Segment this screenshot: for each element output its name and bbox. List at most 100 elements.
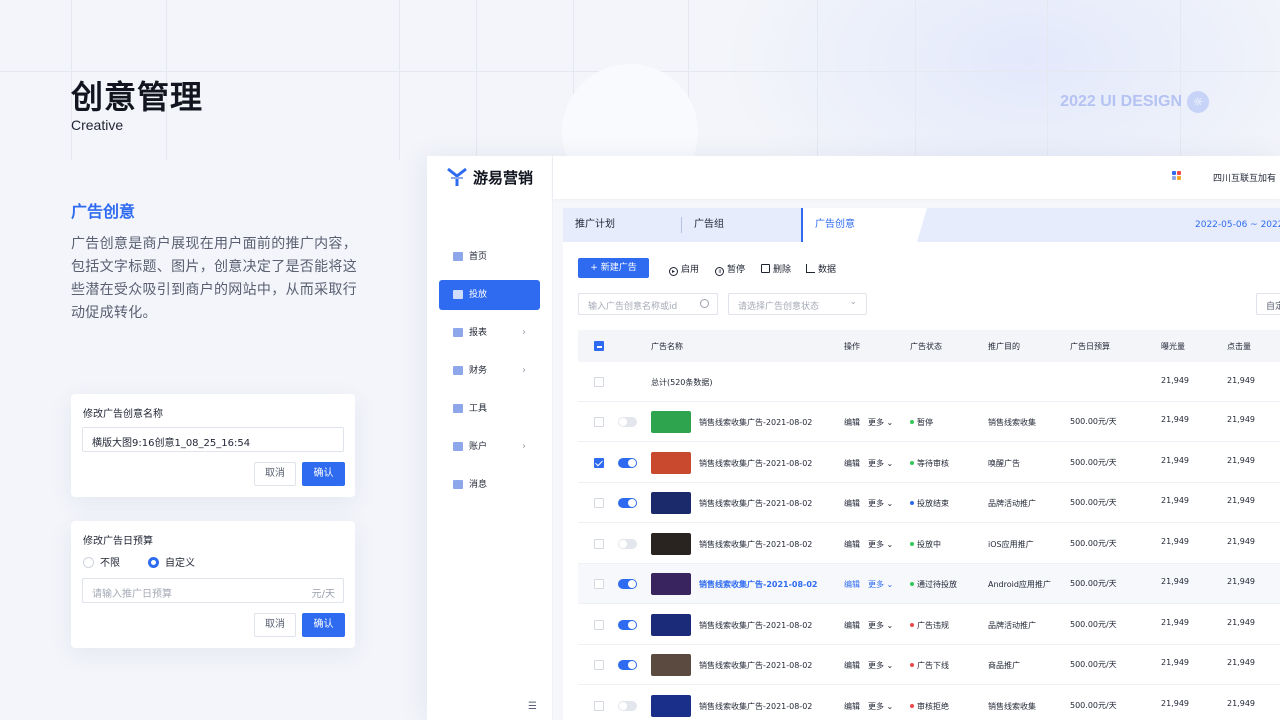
table-row[interactable]: 销售线索收集广告-2021-08-02 编辑 更多 ⌄ 广告下线 商品推广 500.00元…: [578, 645, 1280, 685]
select-all-checkbox[interactable]: [594, 341, 604, 351]
ad-name[interactable]: 销售线索收集广告-2021-08-02: [699, 660, 812, 671]
column-header: 广告名称: [651, 342, 683, 351]
tab-creative[interactable]: 广告创意: [801, 208, 927, 242]
edit-link[interactable]: 编辑: [844, 539, 860, 550]
row-checkbox[interactable]: [594, 377, 604, 387]
chevron-down-icon: ⌄: [884, 701, 894, 711]
menu-collapse-icon[interactable]: ☰: [528, 701, 537, 712]
ad-impressions: 21,949: [1161, 617, 1189, 627]
table-row[interactable]: 销售线索收集广告-2021-08-02 编辑 更多 ⌄ 审核拒绝 销售线索收集 500.0…: [578, 686, 1280, 720]
row-checkbox[interactable]: [594, 619, 604, 630]
pause-button[interactable]: ॥ 暂停: [715, 262, 745, 276]
nav-icon: [453, 442, 463, 451]
app-logo[interactable]: 游易营销: [446, 166, 533, 188]
more-dropdown[interactable]: 更多 ⌄: [868, 701, 893, 712]
cancel-button[interactable]: 取消: [254, 462, 296, 486]
more-dropdown[interactable]: 更多 ⌄: [868, 579, 893, 590]
edit-link[interactable]: 编辑: [844, 660, 860, 671]
ad-name[interactable]: 销售线索收集广告-2021-08-02: [699, 498, 812, 509]
cancel-button[interactable]: 取消: [254, 613, 296, 637]
more-dropdown[interactable]: 更多 ⌄: [868, 660, 893, 671]
ad-name[interactable]: 销售线索收集广告-2021-08-02: [699, 620, 812, 631]
ad-name[interactable]: 销售线索收集广告-2021-08-02: [699, 701, 812, 712]
row-checkbox[interactable]: [594, 660, 604, 670]
status-label: 通过待投放: [917, 580, 957, 589]
edit-link[interactable]: 编辑: [844, 458, 860, 469]
edit-link[interactable]: 编辑: [844, 498, 860, 509]
ad-impressions: 21,949: [1161, 658, 1189, 667]
more-label: 更多: [868, 458, 884, 468]
new-ad-button[interactable]: + 新建广告: [578, 258, 649, 278]
status-toggle[interactable]: [618, 417, 637, 427]
edit-link[interactable]: 编辑: [844, 579, 860, 590]
tab-ad-group[interactable]: 广告组: [681, 217, 801, 233]
status-badge: 审核拒绝: [910, 701, 949, 712]
sidebar-item[interactable]: 消息: [439, 470, 540, 500]
ad-thumbnail: [651, 532, 691, 555]
data-button[interactable]: 数据: [806, 262, 836, 275]
edit-link[interactable]: 编辑: [844, 620, 860, 631]
custom-columns-button[interactable]: 自定: [1256, 293, 1280, 315]
sidebar-item[interactable]: 报表 ›: [439, 318, 540, 348]
radio-custom[interactable]: 自定义: [148, 554, 195, 569]
delete-button[interactable]: 删除: [761, 262, 791, 275]
ad-name[interactable]: 销售线索收集广告-2021-08-02: [699, 458, 812, 469]
row-checkbox[interactable]: [594, 579, 604, 589]
tab-campaign[interactable]: 推广计划: [563, 208, 681, 242]
org-name[interactable]: 四川互联互加有: [1213, 171, 1276, 184]
status-toggle[interactable]: [618, 619, 637, 630]
summary-impressions: 21,949: [1161, 376, 1189, 385]
table-row[interactable]: 销售线索收集广告-2021-08-02 编辑 更多 ⌄ 通过待投放 Android应用推…: [578, 564, 1280, 604]
sidebar: 游易营销 首页投放报表 › 财务 › 工具账户 › 消息 ☰: [427, 156, 553, 720]
table-row[interactable]: 销售线索收集广告-2021-08-02 编辑 更多 ⌄ 暂停 销售线索收集 500.00元…: [578, 402, 1280, 442]
more-dropdown[interactable]: 更多 ⌄: [868, 417, 893, 428]
search-input[interactable]: 输入广告创意名称或id: [578, 293, 718, 315]
date-range[interactable]: 2022-05-06 ~ 2022-0: [1195, 220, 1280, 230]
row-checkbox[interactable]: [594, 538, 604, 549]
ad-clicks: 21,949: [1227, 698, 1255, 708]
row-checkbox[interactable]: [594, 498, 604, 508]
sidebar-item[interactable]: 首页: [439, 242, 540, 272]
table-row[interactable]: 销售线索收集广告-2021-08-02 编辑 更多 ⌄ 投放中 iOS应用推广 500.0…: [578, 524, 1280, 564]
table-row[interactable]: 销售线索收集广告-2021-08-02 编辑 更多 ⌄ 投放结束 品牌活动推广 500.0…: [578, 483, 1280, 523]
ad-name[interactable]: 销售线索收集广告-2021-08-02: [699, 417, 812, 428]
row-checkbox[interactable]: [594, 700, 604, 711]
table-row[interactable]: 销售线索收集广告-2021-08-02 编辑 更多 ⌄ 广告违规 品牌活动推广 500.0…: [578, 605, 1280, 645]
confirm-button[interactable]: 确认: [302, 613, 345, 637]
more-dropdown[interactable]: 更多 ⌄: [868, 539, 893, 550]
status-toggle[interactable]: [618, 579, 637, 589]
status-toggle[interactable]: [618, 700, 637, 711]
ad-thumbnail: [651, 694, 691, 717]
edit-link[interactable]: 编辑: [844, 417, 860, 428]
more-dropdown[interactable]: 更多 ⌄: [868, 498, 893, 509]
status-toggle[interactable]: [618, 498, 637, 508]
status-select[interactable]: 请选择广告创意状态 ⌄: [728, 293, 867, 315]
more-dropdown[interactable]: 更多 ⌄: [868, 458, 893, 469]
budget-input[interactable]: 请输入推广日预算 元/天: [82, 578, 344, 603]
sidebar-item[interactable]: 工具: [439, 394, 540, 424]
ad-name[interactable]: 销售线索收集广告-2021-08-02: [699, 539, 812, 550]
status-dot-icon: [910, 622, 914, 627]
row-checkbox[interactable]: [594, 417, 604, 427]
enable-button[interactable]: ▸ 启用: [669, 262, 699, 276]
ad-clicks: 21,949: [1227, 617, 1255, 627]
creative-name-input[interactable]: 横版大图9:16创意1_08_25_16:54: [82, 427, 344, 452]
status-toggle[interactable]: [618, 538, 637, 549]
ad-name[interactable]: 销售线索收集广告-2021-08-02: [699, 579, 818, 590]
table-row[interactable]: 销售线索收集广告-2021-08-02 编辑 更多 ⌄ 等待审核 唤醒广告 500.00元…: [578, 443, 1280, 483]
section-description: 广告创意是商户展现在用户面前的推广内容，包括文字标题、图片，创意决定了是否能将这…: [71, 236, 357, 321]
more-dropdown[interactable]: 更多 ⌄: [868, 620, 893, 631]
radio-unlimited[interactable]: 不限: [83, 554, 120, 569]
sidebar-item[interactable]: 财务 ›: [439, 356, 540, 386]
chevron-down-icon: ⌄: [884, 539, 894, 549]
sidebar-item[interactable]: 投放: [439, 280, 540, 310]
status-toggle[interactable]: [618, 660, 637, 670]
status-toggle[interactable]: [618, 457, 637, 468]
ad-thumbnail: [651, 654, 691, 676]
edit-link[interactable]: 编辑: [844, 701, 860, 712]
chevron-down-icon: ⌄: [884, 661, 894, 670]
status-badge: 广告违规: [910, 620, 949, 631]
row-checkbox[interactable]: [594, 457, 604, 468]
confirm-button[interactable]: 确认: [302, 462, 345, 486]
sidebar-item[interactable]: 账户 ›: [439, 432, 540, 462]
